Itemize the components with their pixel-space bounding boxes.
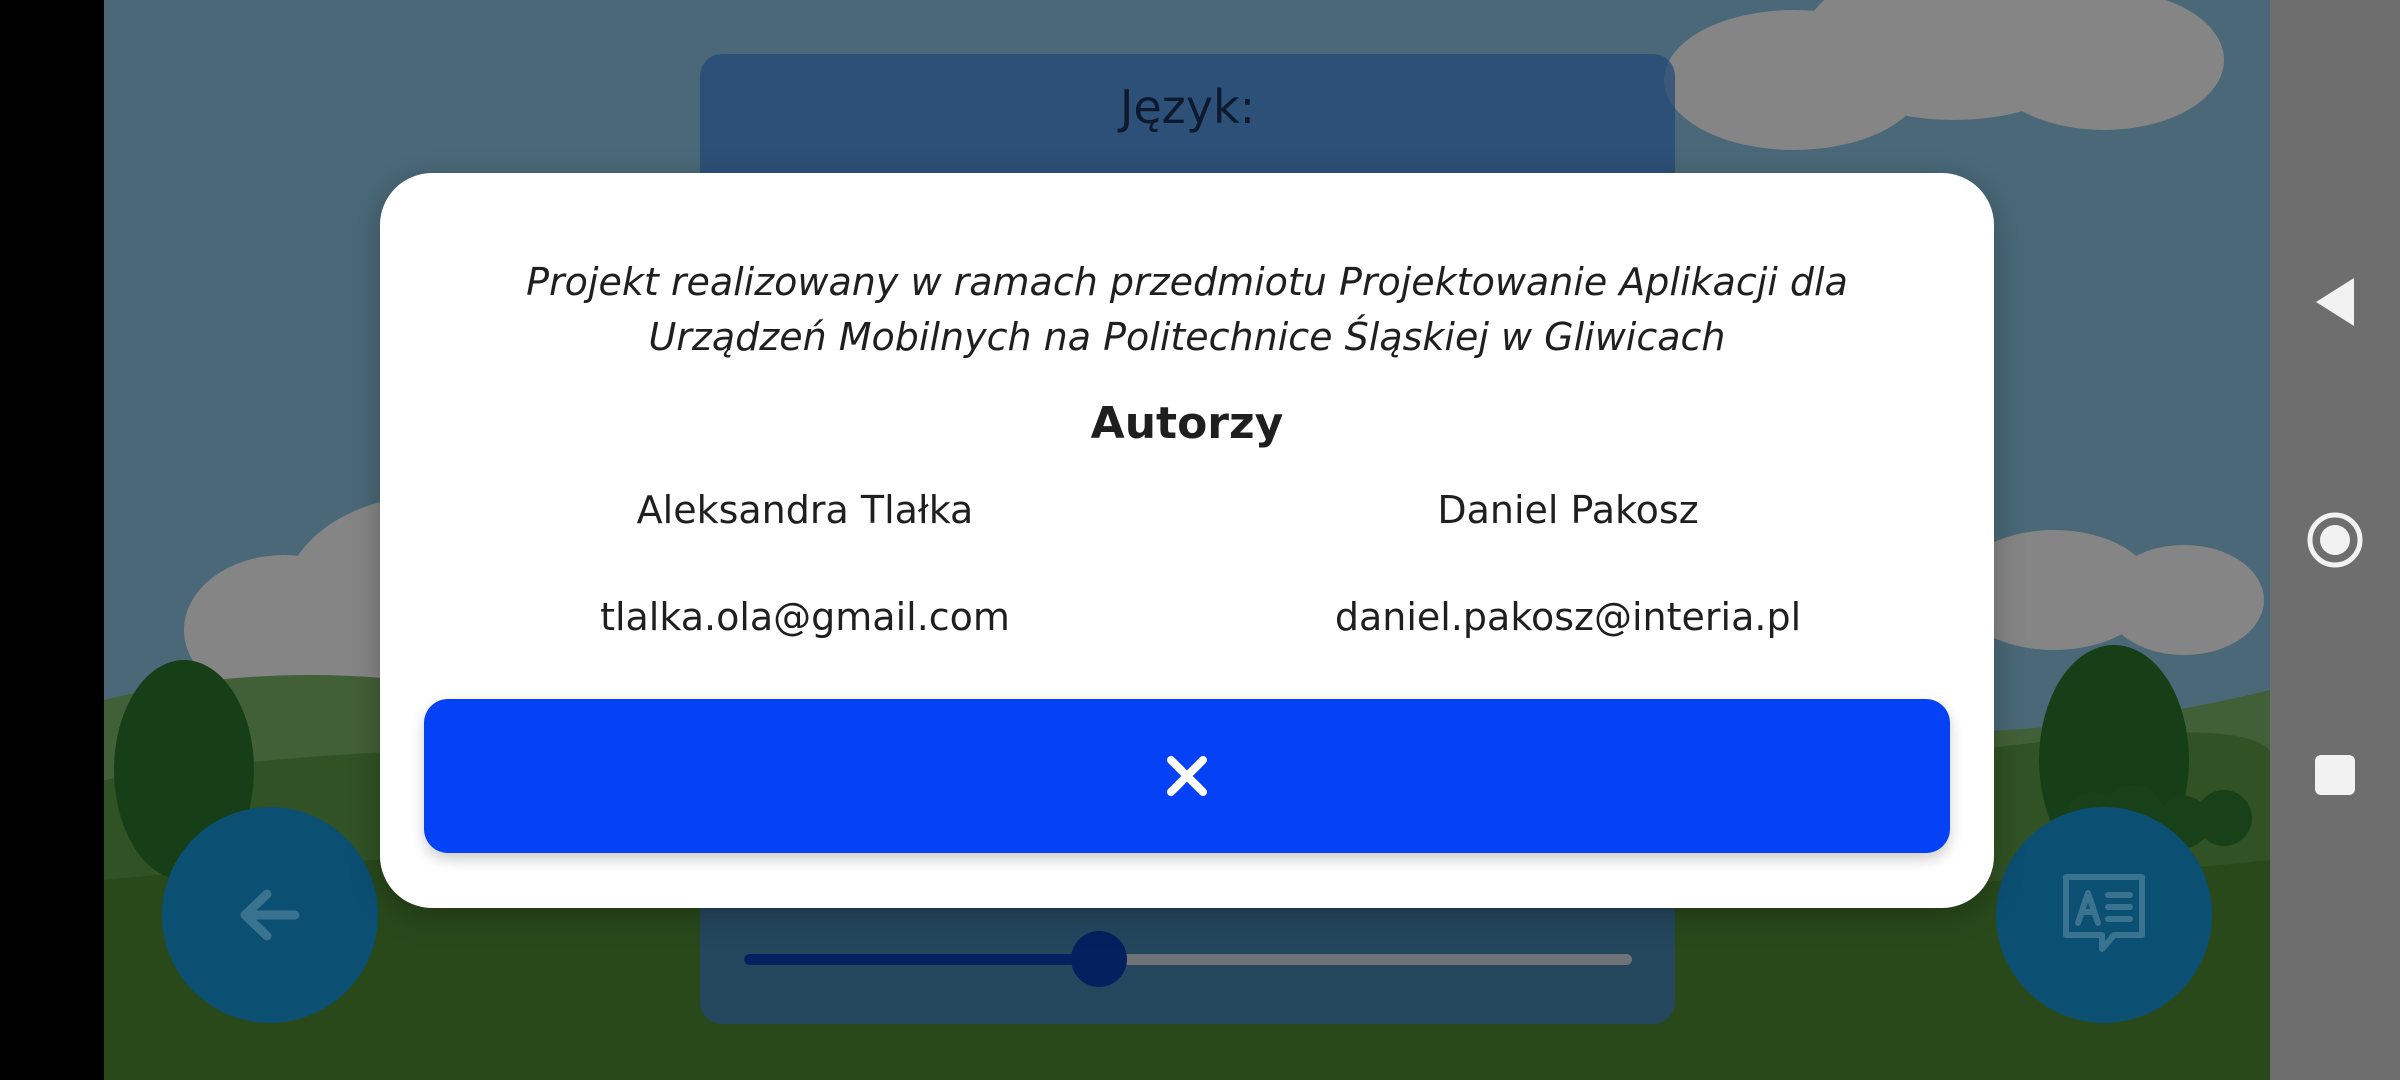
author-name: Daniel Pakosz: [1437, 488, 1699, 532]
nav-recents-button[interactable]: [2270, 725, 2400, 825]
left-black-strip: [0, 0, 104, 1080]
author-name: Aleksandra Tlałka: [636, 488, 974, 532]
document-text-icon: [2063, 874, 2145, 952]
close-icon: [1167, 756, 1207, 796]
nav-home-button[interactable]: [2270, 490, 2400, 590]
circle-home-icon: [2307, 512, 2363, 568]
author-email: daniel.pakosz@interia.pl: [1334, 595, 1802, 639]
author-email: tlalka.ola@gmail.com: [600, 595, 1010, 639]
system-navigation-bar: [2270, 0, 2400, 1080]
about-dialog: Projekt realizowany w ramach przedmiotu …: [380, 173, 1994, 908]
square-recents-icon: [2315, 755, 2355, 795]
volume-slider-fill: [744, 954, 1100, 965]
nav-back-button[interactable]: [2270, 252, 2400, 352]
back-button[interactable]: [162, 807, 378, 1023]
info-document-button[interactable]: [1996, 807, 2212, 1023]
volume-slider-thumb[interactable]: [1071, 931, 1128, 987]
triangle-back-icon: [2316, 278, 2354, 326]
close-button[interactable]: [424, 699, 1950, 853]
language-label: Język:: [1119, 80, 1256, 134]
project-description: Projekt realizowany w ramach przedmiotu …: [526, 260, 1848, 359]
arrow-left-icon: [240, 889, 300, 941]
authors-heading: Autorzy: [1090, 398, 1284, 449]
